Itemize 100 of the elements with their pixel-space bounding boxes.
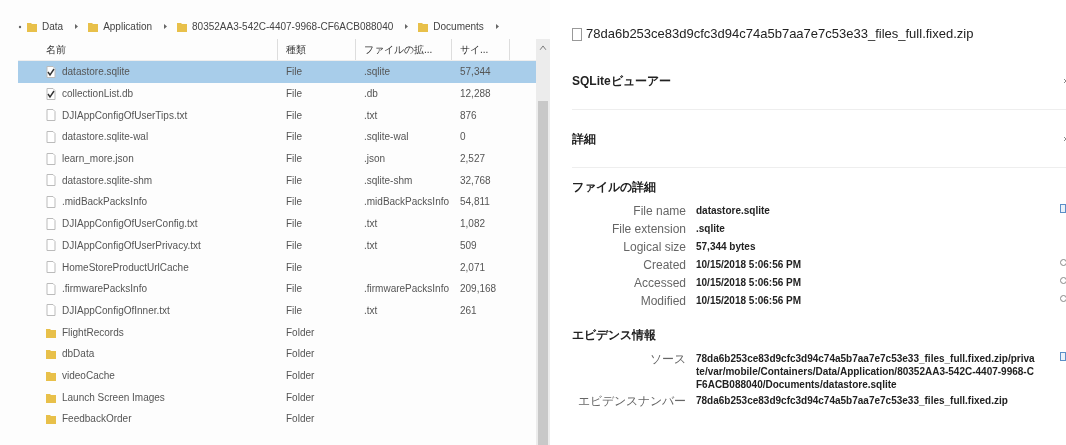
- file-row[interactable]: collectionList.db File .db 12,288: [18, 82, 536, 105]
- file-name: DJIAppConfigOfInner.txt: [62, 303, 170, 318]
- table-cell: Folder: [286, 391, 315, 403]
- breadcrumb-item[interactable]: Data: [42, 19, 64, 34]
- document-icon: [1060, 352, 1066, 361]
- table-cell: .txt: [364, 239, 378, 251]
- table-cell: 0: [460, 131, 466, 143]
- table-cell: 509: [460, 239, 477, 251]
- table-cell: .sqlite-shm: [364, 174, 413, 186]
- field-value: 10/15/2018 5:06:56 PM: [696, 276, 803, 289]
- column-header[interactable]: サイ...: [460, 42, 489, 57]
- file-row[interactable]: .midBackPacksInfo File .midBackPacksInfo 54,811: [18, 191, 536, 213]
- file-name: .firmwarePacksInfo: [62, 282, 148, 297]
- table-cell: 209,168: [460, 283, 497, 295]
- table-cell: File: [286, 239, 303, 251]
- file-name: DJIAppConfigOfUserConfig.txt: [62, 217, 198, 232]
- table-cell: .txt: [364, 304, 378, 316]
- chevron-icon: [494, 23, 500, 30]
- folder-icon: [46, 391, 56, 403]
- file-row[interactable]: Launch Screen Images Folder: [18, 386, 536, 408]
- folder-icon: [46, 413, 56, 425]
- document-icon: [572, 27, 582, 41]
- table-cell: .sqlite: [364, 66, 391, 78]
- folder-icon: [88, 21, 99, 32]
- breadcrumb-item[interactable]: Documents: [433, 19, 484, 34]
- table-cell: File: [286, 196, 303, 208]
- file-name: DJIAppConfigOfUserPrivacy.txt: [62, 238, 201, 253]
- file-row[interactable]: videoCache Folder: [18, 364, 536, 387]
- file-row[interactable]: DJIAppConfigOfUserConfig.txt File .txt 1,082: [18, 212, 536, 235]
- file-name: collectionList.db: [62, 87, 134, 102]
- field-value: 57,344 bytes: [696, 240, 757, 253]
- document-icon: [1060, 204, 1066, 213]
- table-cell: 2,071: [460, 261, 486, 273]
- folder-icon: [46, 348, 56, 360]
- file-row[interactable]: DJIAppConfigOfUserPrivacy.txt File .txt 509: [18, 234, 536, 257]
- chevron-icon: [1063, 77, 1066, 84]
- scrollbar-thumb[interactable]: [538, 100, 548, 445]
- file-row[interactable]: DJIAppConfigOfUserTips.txt File .txt 876: [18, 104, 536, 127]
- column-header[interactable]: 種類: [286, 42, 306, 57]
- table-cell: Folder: [286, 369, 315, 381]
- field-label: Accessed: [633, 276, 686, 290]
- file-row[interactable]: .firmwarePacksInfo File .firmwarePacksInfo 209,168: [18, 277, 536, 300]
- table-cell: File: [286, 131, 303, 143]
- file-row[interactable]: datastore.sqlite-wal File .sqlite-wal 0: [18, 126, 536, 148]
- file-name: FlightRecords: [62, 325, 124, 340]
- file-row[interactable]: DJIAppConfigOfInner.txt File .txt 261: [18, 299, 536, 322]
- field-label: ソース: [650, 352, 686, 366]
- field-label: エビデンスナンバー: [578, 394, 686, 408]
- field-value: 10/15/2018 5:06:56 PM: [696, 258, 803, 271]
- file-row[interactable]: learn_more.json File .json 2,527: [18, 147, 536, 170]
- folder-icon: [27, 21, 37, 32]
- field-label: File name: [633, 204, 686, 218]
- section-header[interactable]: SQLiteビューアー: [572, 71, 671, 90]
- table-cell: 32,768: [460, 174, 491, 186]
- chevron-icon: [1063, 135, 1066, 142]
- details-title: 78da6b253ce83d9cfc3d94c74a5b7aa7e7c53e33_files_full.fixed.zip: [586, 25, 974, 44]
- chevron-icon: [404, 23, 410, 30]
- table-cell: File: [286, 218, 303, 230]
- file-row[interactable]: dbData Folder: [18, 342, 536, 365]
- file-name: learn_more.json: [62, 152, 134, 167]
- section-header[interactable]: 詳細: [572, 129, 596, 148]
- chevron-icon: [74, 23, 80, 30]
- breadcrumb-item[interactable]: 80352AA3-542C-4407-9968-CF6ACB088040: [192, 19, 394, 34]
- table-cell: .midBackPacksInfo: [364, 196, 450, 208]
- column-header[interactable]: 名前: [46, 42, 66, 57]
- field-value: 78da6b253ce83d9cfc3d94c74a5b7aa7e7c53e33_files_full.fixed.zip/private/var/mobile/Containers/Data/Application/80352AA3-542C-4407-9968-CF6ACB088040/Documents/datastore.sqlite: [696, 352, 1036, 391]
- field-label: Created: [643, 258, 686, 272]
- field-label: Modified: [640, 294, 686, 308]
- file-row[interactable]: FeedbackOrder Folder: [18, 408, 536, 430]
- column-header[interactable]: ファイルの拡...: [364, 42, 433, 57]
- table-cell: .db: [364, 88, 378, 100]
- field-value: 78da6b253ce83d9cfc3d94c74a5b7aa7e7c53e33_files_full.fixed.zip: [696, 394, 1009, 407]
- table-cell: File: [286, 109, 303, 121]
- file-name: DJIAppConfigOfUserTips.txt: [62, 108, 188, 123]
- table-cell: .txt: [364, 109, 378, 121]
- file-name: HomeStoreProductUrlCache: [62, 260, 189, 275]
- field-label: Logical size: [623, 240, 686, 254]
- table-cell: .txt: [364, 218, 378, 230]
- field-value: 10/15/2018 5:06:56 PM: [696, 294, 803, 307]
- table-cell: .firmwarePacksInfo: [364, 283, 450, 295]
- file-row[interactable]: FlightRecords Folder: [18, 321, 536, 343]
- scroll-up-icon[interactable]: [539, 45, 547, 51]
- table-cell: 1,082: [460, 218, 486, 230]
- breadcrumb-item[interactable]: Application: [103, 19, 153, 34]
- folder-icon: [46, 326, 56, 338]
- table-cell: 57,344: [460, 66, 491, 78]
- table-cell: 876: [460, 109, 477, 121]
- file-row[interactable]: datastore.sqlite-shm File .sqlite-shm 32,768: [18, 169, 536, 192]
- table-cell: File: [286, 283, 303, 295]
- table-cell: 261: [460, 304, 477, 316]
- file-name: .midBackPacksInfo: [62, 195, 148, 210]
- table-cell: .sqlite-wal: [364, 131, 409, 143]
- file-row[interactable]: HomeStoreProductUrlCache File 2,071: [18, 256, 536, 278]
- file-name: dbData: [62, 347, 95, 362]
- file-name: videoCache: [62, 368, 115, 383]
- file-name: datastore.sqlite-wal: [62, 130, 149, 145]
- table-cell: Folder: [286, 326, 315, 338]
- file-name: FeedbackOrder: [62, 412, 132, 427]
- file-row[interactable]: datastore.sqlite File .sqlite 57,344: [18, 61, 536, 83]
- folder-icon: [177, 21, 188, 32]
